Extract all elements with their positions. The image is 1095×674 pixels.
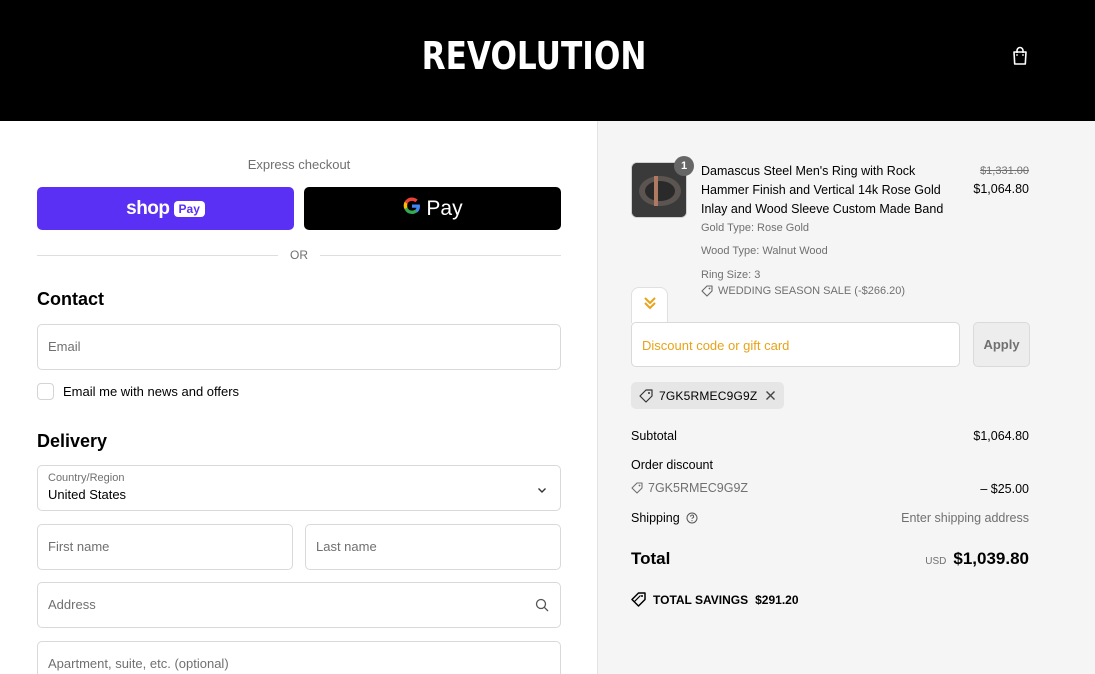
help-icon[interactable] xyxy=(686,512,698,524)
apartment-field[interactable]: Apartment, suite, etc. (optional) xyxy=(37,641,561,674)
applied-code: 7GK5RMEC9G9Z xyxy=(659,388,758,403)
country-select[interactable]: Country/Region United States xyxy=(37,465,561,511)
first-name-placeholder: First name xyxy=(48,539,110,554)
total-savings: TOTAL SAVINGS $291.20 xyxy=(631,592,799,607)
subtotal-label: Subtotal xyxy=(631,429,677,443)
order-discount-value: – $25.00 xyxy=(980,482,1029,496)
wood-type: Wood Type: Walnut Wood xyxy=(701,245,828,257)
search-icon xyxy=(535,598,549,617)
order-discount-code: 7GK5RMEC9G9Z xyxy=(648,481,749,495)
country-label: Country/Region xyxy=(48,472,125,484)
country-value: United States xyxy=(48,487,127,502)
shop-pay-wordmark: shop xyxy=(126,197,170,219)
ring-size: Ring Size: 3 xyxy=(701,269,761,281)
item-discount-text: WEDDING SEASON SALE (-$266.20) xyxy=(718,285,906,297)
apartment-placeholder: Apartment, suite, etc. (optional) xyxy=(48,656,229,671)
remove-code-icon[interactable] xyxy=(765,390,776,401)
subtotal-value: $1,064.80 xyxy=(973,429,1029,443)
tag-icon xyxy=(701,285,713,297)
gold-type: Gold Type: Rose Gold xyxy=(701,222,810,234)
delivery-title: Delivery xyxy=(37,431,108,451)
contact-title: Contact xyxy=(37,289,104,309)
line-price: $1,064.80 xyxy=(973,182,1029,196)
shipping-row: Shipping xyxy=(631,511,698,525)
order-discount-label: Order discount xyxy=(631,458,713,472)
apply-button[interactable]: Apply xyxy=(973,322,1030,367)
address-field[interactable]: Address xyxy=(37,582,561,628)
newsletter-checkbox[interactable] xyxy=(37,382,54,400)
savings-amount: $291.20 xyxy=(755,592,799,607)
total-amount-group: USD $1,039.80 xyxy=(925,549,1029,569)
item-discount: WEDDING SEASON SALE (-$266.20) xyxy=(701,285,905,297)
tag-icon xyxy=(631,482,643,494)
savings-tag-icon xyxy=(631,592,646,607)
or-divider: OR xyxy=(37,247,561,263)
express-checkout-label: Express checkout xyxy=(247,157,351,172)
shipping-value: Enter shipping address xyxy=(901,511,1029,525)
checkout-form: Express checkout shop Pay Pay OR Contact… xyxy=(0,121,597,674)
quantity-badge: 1 xyxy=(674,156,694,176)
store-logo[interactable]: REVOLUTION xyxy=(96,34,972,78)
applied-code-chip: 7GK5RMEC9G9Z xyxy=(631,382,785,409)
total-amount: $1,039.80 xyxy=(953,549,1029,568)
discount-code-input[interactable]: Discount code or gift card xyxy=(631,322,960,367)
tag-icon xyxy=(639,388,653,403)
expand-tab[interactable] xyxy=(631,287,668,323)
order-discount-code-row: 7GK5RMEC9G9Z xyxy=(631,481,748,495)
email-placeholder: Email xyxy=(48,339,81,354)
chevron-down-icon xyxy=(536,483,548,501)
first-name-field[interactable]: First name xyxy=(37,524,293,570)
shipping-label: Shipping xyxy=(631,511,680,525)
google-pay-label: Pay xyxy=(426,196,463,220)
shopping-bag-icon[interactable] xyxy=(1008,44,1032,68)
site-header: REVOLUTION xyxy=(0,0,1095,121)
email-field[interactable]: Email xyxy=(37,324,561,370)
product-title: Damascus Steel Men's Ring with Rock Hamm… xyxy=(701,164,944,216)
original-price: $1,331.00 xyxy=(980,165,1029,177)
discount-placeholder: Discount code or gift card xyxy=(642,338,790,353)
address-placeholder: Address xyxy=(48,597,96,612)
order-summary: 1 Damascus Steel Men's Ring with Rock Ha… xyxy=(597,121,1095,674)
newsletter-label[interactable]: Email me with news and offers xyxy=(63,384,239,399)
last-name-placeholder: Last name xyxy=(316,539,377,554)
total-label: Total xyxy=(631,549,671,568)
double-chevron-down-icon xyxy=(643,295,657,316)
google-pay-button[interactable]: Pay xyxy=(304,187,561,230)
newsletter-option[interactable]: Email me with news and offers xyxy=(37,382,239,400)
total-currency: USD xyxy=(925,556,947,567)
google-g-icon xyxy=(402,196,422,221)
savings-label: TOTAL SAVINGS xyxy=(653,592,749,607)
divider-line-right xyxy=(320,255,561,256)
shop-pay-button[interactable]: shop Pay xyxy=(37,187,294,230)
last-name-field[interactable]: Last name xyxy=(305,524,561,570)
shop-pay-badge: Pay xyxy=(173,200,205,217)
